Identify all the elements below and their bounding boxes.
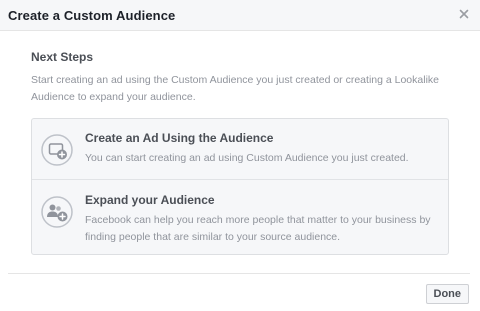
create-ad-option-title: Create an Ad Using the Audience (85, 131, 274, 145)
expand-audience-option-description: Facebook can help you reach more people … (85, 214, 431, 243)
add-people-icon (41, 196, 73, 228)
create-ad-option-description: You can start creating an ad using Custo… (85, 152, 409, 164)
dialog-title: Create a Custom Audience (8, 8, 176, 23)
expand-audience-option[interactable]: Expand your Audience Facebook can help y… (32, 180, 448, 254)
create-audience-dialog: Create a Custom Audience Next Steps Star… (0, 0, 480, 311)
next-steps-description: Start creating an ad using the Custom Au… (31, 74, 439, 103)
add-ad-icon (41, 134, 73, 166)
close-icon[interactable] (458, 8, 470, 20)
footer-divider (8, 273, 470, 274)
expand-audience-option-title: Expand your Audience (85, 193, 215, 207)
next-steps-options: Create an Ad Using the Audience You can … (31, 118, 449, 255)
dialog-header: Create a Custom Audience (0, 0, 480, 31)
done-button[interactable]: Done (425, 284, 469, 304)
create-ad-option[interactable]: Create an Ad Using the Audience You can … (32, 119, 448, 180)
next-steps-heading: Next Steps (31, 50, 94, 64)
